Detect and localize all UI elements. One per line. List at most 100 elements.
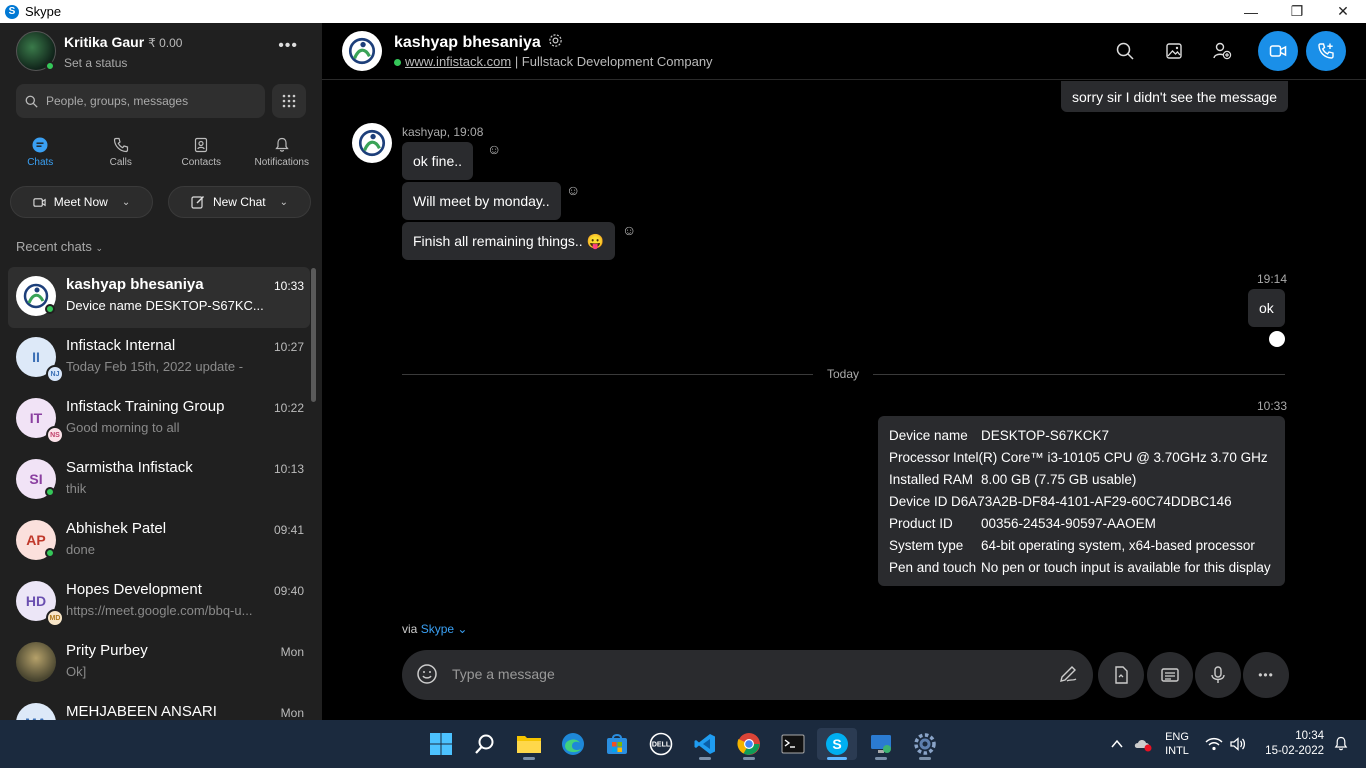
notification-center-icon[interactable] bbox=[1333, 720, 1349, 768]
more-options-icon[interactable]: ••• bbox=[278, 37, 298, 55]
via-app-text: Skype bbox=[420, 622, 455, 636]
send-contact-button[interactable] bbox=[1147, 652, 1193, 698]
react-emoji-icon[interactable]: ☺ bbox=[622, 222, 636, 238]
tab-calls[interactable]: Calls bbox=[81, 133, 162, 177]
tab-notifications[interactable]: Notifications bbox=[242, 133, 323, 177]
skype-logo-icon: S bbox=[5, 4, 19, 19]
incoming-message[interactable]: Finish all remaining things.. 😛 bbox=[402, 222, 615, 260]
conversation-pane: kashyap bhesaniya www.infistack.com | Fu… bbox=[322, 23, 1366, 720]
avatar[interactable] bbox=[352, 123, 392, 163]
list-item[interactable]: Prity Purbey Mon Ok] bbox=[8, 633, 310, 694]
chat-name: MEHJABEEN ANSARI bbox=[66, 703, 217, 720]
search-icon[interactable] bbox=[465, 728, 505, 760]
date-divider-label: Today bbox=[813, 367, 874, 381]
chat-preview: done bbox=[66, 542, 95, 557]
chevron-down-icon: ⌄ bbox=[121, 196, 131, 208]
chevron-up-icon[interactable] bbox=[1110, 720, 1124, 768]
share-file-button[interactable] bbox=[1098, 652, 1144, 698]
gear-icon[interactable] bbox=[548, 33, 563, 48]
language-indicator[interactable]: ENG INTL bbox=[1162, 720, 1192, 768]
edge-browser-icon[interactable] bbox=[553, 728, 593, 760]
contact-name[interactable]: kashyap bhesaniya bbox=[394, 33, 563, 52]
microphone-icon bbox=[1211, 666, 1225, 683]
info-label: Installed RAM bbox=[889, 472, 974, 487]
outgoing-message[interactable]: sorry sir I didn't see the message bbox=[1061, 81, 1288, 112]
avatar[interactable] bbox=[342, 31, 382, 71]
volume-icon[interactable] bbox=[1229, 720, 1247, 768]
running-indicator bbox=[827, 757, 847, 760]
infistack-logo-icon bbox=[358, 129, 386, 157]
restore-icon[interactable]: ❐ bbox=[1274, 0, 1320, 23]
list-item[interactable]: AP Abhishek Patel 09:41 done bbox=[8, 511, 310, 572]
info-row: System type 64-bit operating system, x64-… bbox=[889, 535, 1274, 557]
video-call-button[interactable] bbox=[1258, 31, 1298, 71]
language-text: ENG bbox=[1165, 731, 1189, 743]
message-composer[interactable]: Type a message bbox=[402, 650, 1093, 700]
profile-area[interactable]: Kritika Gaur ₹ 0.00 Set a status ••• bbox=[16, 31, 306, 75]
windows-start-icon[interactable] bbox=[421, 728, 461, 760]
info-value: 00356-24534-90597-AAOEM bbox=[981, 516, 1156, 531]
list-item[interactable]: HD MD Hopes Development 09:40 https://me… bbox=[8, 572, 310, 633]
dell-icon[interactable]: DELL bbox=[641, 728, 681, 760]
window-titlebar: S Skype — ❐ ✕ bbox=[0, 0, 1366, 23]
emoji-icon[interactable] bbox=[416, 663, 438, 690]
meet-now-button[interactable]: Meet Now ⌄ bbox=[10, 186, 153, 218]
conversation-header: kashyap bhesaniya www.infistack.com | Fu… bbox=[322, 23, 1366, 80]
website-link[interactable]: www.infistack.com bbox=[405, 54, 511, 69]
list-item[interactable]: kashyap bhesaniya 10:33 Device name DESK… bbox=[8, 267, 310, 328]
incoming-message[interactable]: Will meet by monday.. bbox=[402, 182, 561, 220]
search-input[interactable]: People, groups, messages bbox=[16, 84, 265, 118]
meet-now-label: Meet Now bbox=[53, 195, 108, 209]
scrollbar[interactable] bbox=[311, 268, 316, 402]
terminal-icon[interactable] bbox=[773, 728, 813, 760]
chat-name: Hopes Development bbox=[66, 581, 202, 598]
device-info-message[interactable]: Device name DESKTOP-S67KCK7 Processor Inte… bbox=[878, 416, 1285, 586]
pen-icon[interactable] bbox=[1057, 663, 1079, 690]
contact-tagline: | Fullstack Development Company bbox=[511, 54, 713, 69]
avatar bbox=[16, 642, 56, 682]
file-explorer-icon[interactable] bbox=[509, 728, 549, 760]
minimize-icon[interactable]: — bbox=[1228, 0, 1274, 23]
voice-message-button[interactable] bbox=[1195, 652, 1241, 698]
close-icon[interactable]: ✕ bbox=[1320, 0, 1366, 23]
more-options-icon: ••• bbox=[1258, 668, 1274, 682]
tab-chats[interactable]: Chats bbox=[0, 133, 81, 177]
info-row: Device name DESKTOP-S67KCK7 bbox=[889, 425, 1274, 447]
vscode-icon[interactable] bbox=[685, 728, 725, 760]
info-label: Processor bbox=[889, 450, 950, 465]
react-emoji-icon[interactable]: ☺ bbox=[566, 182, 580, 198]
set-status[interactable]: Set a status bbox=[64, 56, 127, 70]
more-options-button[interactable]: ••• bbox=[1243, 652, 1289, 698]
microsoft-store-icon[interactable] bbox=[597, 728, 637, 760]
settings-gear-icon[interactable] bbox=[905, 728, 945, 760]
audio-call-button[interactable] bbox=[1306, 31, 1346, 71]
message-input-placeholder[interactable]: Type a message bbox=[452, 666, 555, 682]
contact-name-text: kashyap bhesaniya bbox=[394, 34, 541, 51]
chrome-icon[interactable] bbox=[729, 728, 769, 760]
info-row: Pen and touch No pen or touch input is av… bbox=[889, 557, 1274, 579]
react-emoji-icon[interactable]: ☺ bbox=[487, 141, 501, 157]
new-chat-button[interactable]: New Chat ⌄ bbox=[168, 186, 311, 218]
contact-card-icon bbox=[1161, 668, 1179, 682]
chat-bubble-icon bbox=[31, 133, 49, 157]
wifi-icon[interactable] bbox=[1205, 720, 1223, 768]
dialpad-icon[interactable] bbox=[272, 84, 306, 118]
nav-tabs: Chats Calls Contacts Notifications bbox=[0, 133, 322, 177]
list-item[interactable]: IT NS Infistack Training Group 10:22 Goo… bbox=[8, 389, 310, 450]
incoming-message[interactable]: ok fine.. bbox=[402, 142, 474, 180]
add-people-icon[interactable] bbox=[1202, 31, 1242, 71]
list-item[interactable]: MA MEHJABEEN ANSARI Mon bbox=[8, 694, 310, 720]
list-item[interactable]: SI Sarmistha Infistack 10:13 thik bbox=[8, 450, 310, 511]
skype-taskbar-icon[interactable]: S bbox=[817, 728, 857, 760]
skype-credit[interactable]: ₹ 0.00 bbox=[148, 36, 182, 50]
onedrive-icon[interactable] bbox=[1133, 720, 1153, 768]
gallery-icon[interactable] bbox=[1154, 31, 1194, 71]
recent-chats-header[interactable]: Recent chats ⌄ bbox=[16, 239, 103, 254]
clock[interactable]: 10:34 15-02-2022 bbox=[1258, 720, 1324, 768]
via-app-selector[interactable]: Skype ⌄ bbox=[421, 622, 468, 636]
remote-desktop-icon[interactable] bbox=[861, 728, 901, 760]
search-icon[interactable] bbox=[1105, 31, 1145, 71]
tab-contacts[interactable]: Contacts bbox=[161, 133, 242, 177]
list-item[interactable]: II NJ Infistack Internal 10:27 Today Feb… bbox=[8, 328, 310, 389]
outgoing-message[interactable]: ok bbox=[1248, 289, 1285, 327]
